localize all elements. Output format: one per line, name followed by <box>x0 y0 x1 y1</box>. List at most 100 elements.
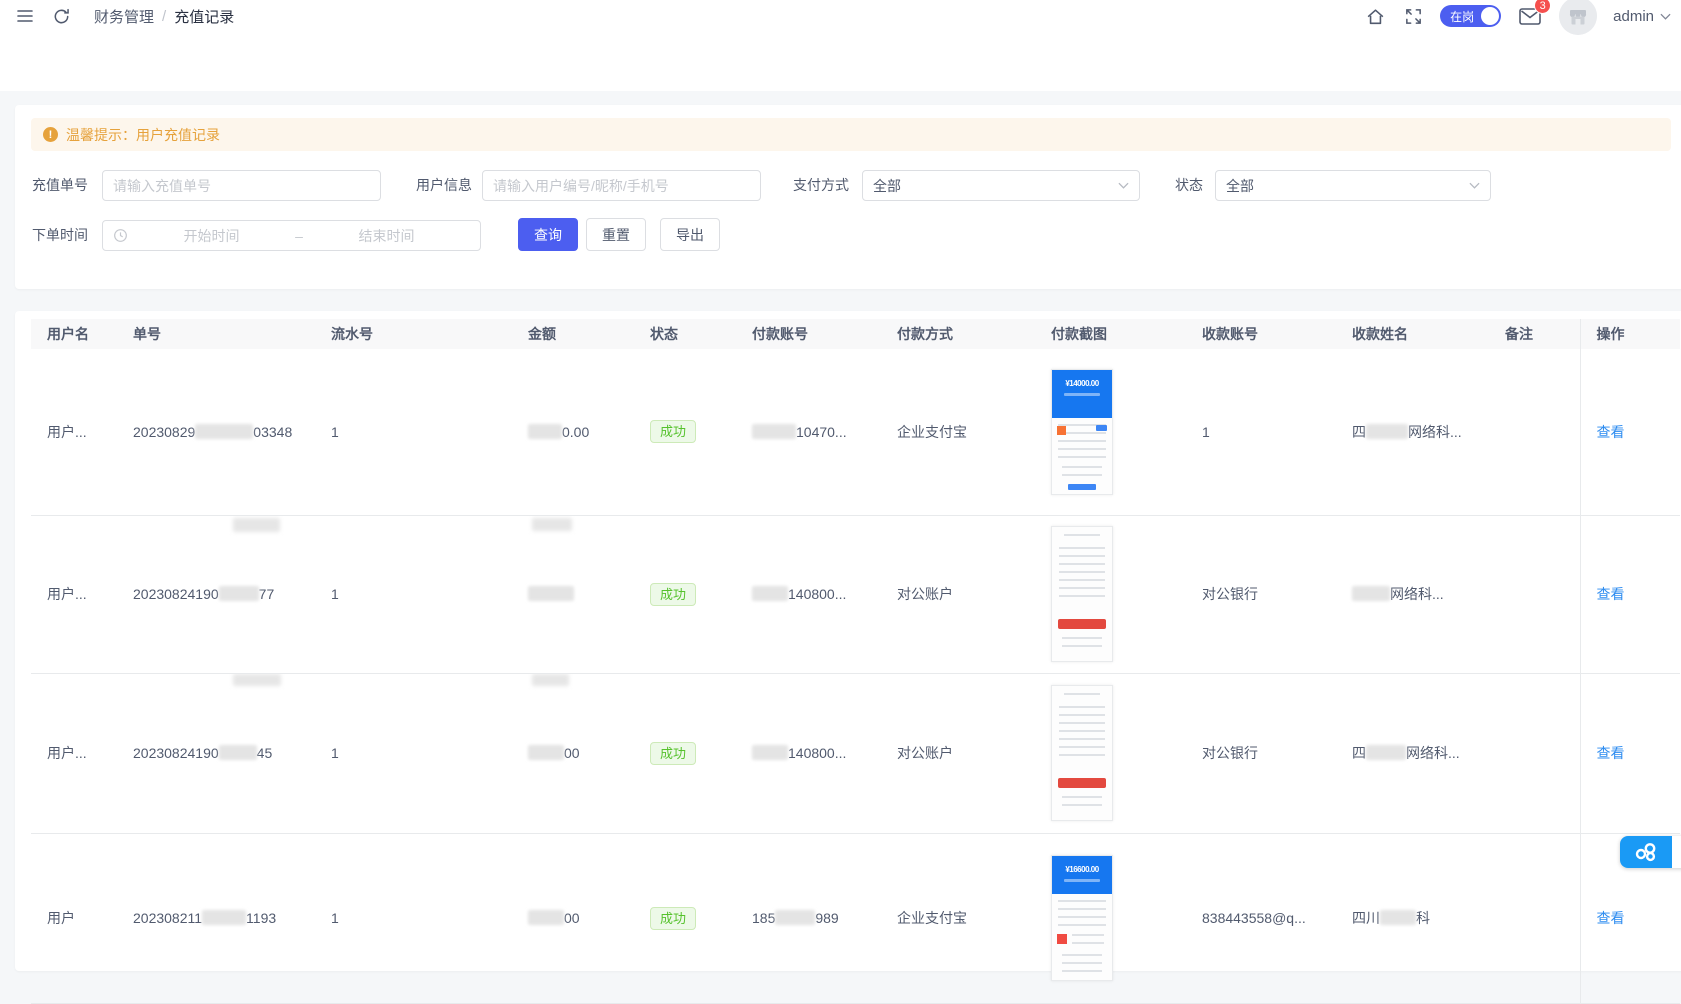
top-bar: 财务管理 / 充值记录 在岗 <box>0 0 1681 91</box>
user-menu[interactable]: admin <box>1613 8 1671 25</box>
netdisk-button[interactable] <box>1620 836 1672 868</box>
censored-blur <box>1366 745 1406 760</box>
cell-pay-screenshot <box>1035 515 1186 673</box>
cell-remark <box>1489 515 1580 673</box>
reset-button[interactable]: 重置 <box>586 218 646 251</box>
avatar[interactable] <box>1559 0 1597 35</box>
cell-recv-name: 四川科 <box>1336 833 1489 1003</box>
screenshot-amount: ¥16600.00 <box>1052 865 1112 874</box>
order-no-label: 充值单号 <box>32 170 88 201</box>
cell-order-no: 2023082419045 <box>117 673 315 833</box>
column-header: 金额 <box>512 319 634 349</box>
censored-blur <box>752 586 788 601</box>
censored-blur <box>532 674 569 686</box>
cell-order-no: 2023082903348 <box>117 349 315 515</box>
table-row: 用户... 2023082903348 1 0.00 成功 10470... 企… <box>31 349 1680 515</box>
column-header: 收款姓名 <box>1336 319 1489 349</box>
column-header: 收款账号 <box>1186 319 1336 349</box>
status-label: 状态 <box>1175 170 1203 201</box>
chevron-down-icon <box>1469 182 1480 189</box>
pay-method-select[interactable]: 全部 <box>862 170 1140 201</box>
cell-amount: 00 <box>512 833 634 1003</box>
censored-blur <box>195 424 253 439</box>
breadcrumb-parent[interactable]: 财务管理 <box>94 6 154 27</box>
cell-pay-screenshot <box>1035 673 1186 833</box>
cell-pay-method: 对公账户 <box>881 515 1035 673</box>
column-header: 状态 <box>634 319 736 349</box>
cell-username: 用户... <box>31 349 117 515</box>
cell-remark <box>1489 833 1580 1003</box>
menu-fold-icon[interactable] <box>14 5 36 27</box>
order-no-input[interactable] <box>102 170 381 201</box>
censored-blur <box>233 518 280 532</box>
cell-order-no: 2023082111193 <box>117 833 315 1003</box>
column-header: 单号 <box>117 319 315 349</box>
cell-username: 用户 <box>31 833 117 1003</box>
cell-amount: 00 <box>512 673 634 833</box>
button-chip <box>1096 425 1107 431</box>
cell-recv-name: 网络科... <box>1336 515 1489 673</box>
censored-blur <box>528 424 562 439</box>
user-info-label: 用户信息 <box>416 170 472 201</box>
view-link[interactable]: 查看 <box>1597 745 1625 761</box>
censored-blur <box>1366 424 1408 439</box>
cell-amount: 0.00 <box>512 349 634 515</box>
cell-serial: 1 <box>315 349 512 515</box>
column-header: 付款账号 <box>736 319 881 349</box>
censored-blur <box>233 674 281 686</box>
cell-remark <box>1489 349 1580 515</box>
app-icon <box>1057 934 1067 944</box>
on-duty-toggle[interactable]: 在岗 <box>1440 5 1501 27</box>
cell-recv-account: 对公银行 <box>1186 673 1336 833</box>
column-header: 付款方式 <box>881 319 1035 349</box>
status-value: 全部 <box>1226 176 1469 196</box>
cell-pay-screenshot: ¥14000.00 <box>1035 349 1186 515</box>
export-button[interactable]: 导出 <box>660 218 720 251</box>
user-info-input[interactable] <box>482 170 761 201</box>
mail-button[interactable]: 3 <box>1517 3 1543 29</box>
status-badge: 成功 <box>650 907 696 930</box>
fullscreen-icon[interactable] <box>1402 5 1424 27</box>
censored-blur <box>752 424 796 439</box>
status-badge: 成功 <box>650 742 696 765</box>
censored-blur <box>202 910 246 925</box>
payment-screenshot-thumbnail[interactable] <box>1051 685 1113 821</box>
status-badge: 成功 <box>650 420 696 443</box>
floating-netdisk-widget[interactable]: 提 <box>1620 836 1681 868</box>
receipt-red-button <box>1058 619 1106 629</box>
cell-status: 成功 <box>634 833 736 1003</box>
cell-serial: 1 <box>315 833 512 1003</box>
clock-icon <box>113 228 128 243</box>
column-header: 操作 <box>1580 319 1680 349</box>
payment-screenshot-thumbnail[interactable]: ¥16600.00 <box>1051 855 1113 981</box>
cell-action: 查看 <box>1580 349 1680 515</box>
cell-pay-screenshot: ¥16600.00 <box>1035 833 1186 1003</box>
baidu-netdisk-icon <box>1633 841 1659 863</box>
date-range-input[interactable]: 开始时间 – 结束时间 <box>102 220 481 251</box>
censored-blur <box>752 745 788 760</box>
table-card: 用户名 单号 流水号 金额 状态 付款账号 付款方式 付款截图 收款账号 收款姓… <box>15 311 1681 971</box>
status-select[interactable]: 全部 <box>1215 170 1491 201</box>
toggle-knob-icon <box>1481 7 1499 25</box>
payment-screenshot-thumbnail[interactable]: ¥14000.00 <box>1051 369 1113 495</box>
table-row: 用户... 2023082419045 1 00 成功 140800... 对公… <box>31 673 1680 833</box>
filter-card: ! 温馨提示：用户充值记录 充值单号 用户信息 支付方式 全部 状态 全部 下单… <box>15 105 1681 289</box>
cell-order-no: 2023082419077 <box>117 515 315 673</box>
refresh-icon[interactable] <box>50 5 72 27</box>
screenshot-header: ¥14000.00 <box>1052 370 1112 418</box>
cell-remark <box>1489 673 1580 833</box>
home-icon[interactable] <box>1364 5 1386 27</box>
view-link[interactable]: 查看 <box>1597 424 1625 440</box>
cell-serial: 1 <box>315 515 512 673</box>
cell-recv-account: 838443558@q... <box>1186 833 1336 1003</box>
user-name: admin <box>1613 8 1654 25</box>
cell-pay-account: 140800... <box>736 515 881 673</box>
cell-pay-method: 对公账户 <box>881 673 1035 833</box>
notice-text: 温馨提示：用户充值记录 <box>66 125 220 145</box>
view-link[interactable]: 查看 <box>1597 586 1625 602</box>
view-link[interactable]: 查看 <box>1597 910 1625 926</box>
netdisk-widget-label-partial[interactable]: 提 <box>1672 836 1681 868</box>
censored-blur <box>219 745 257 760</box>
search-button[interactable]: 查询 <box>518 218 578 251</box>
payment-screenshot-thumbnail[interactable] <box>1051 526 1113 662</box>
